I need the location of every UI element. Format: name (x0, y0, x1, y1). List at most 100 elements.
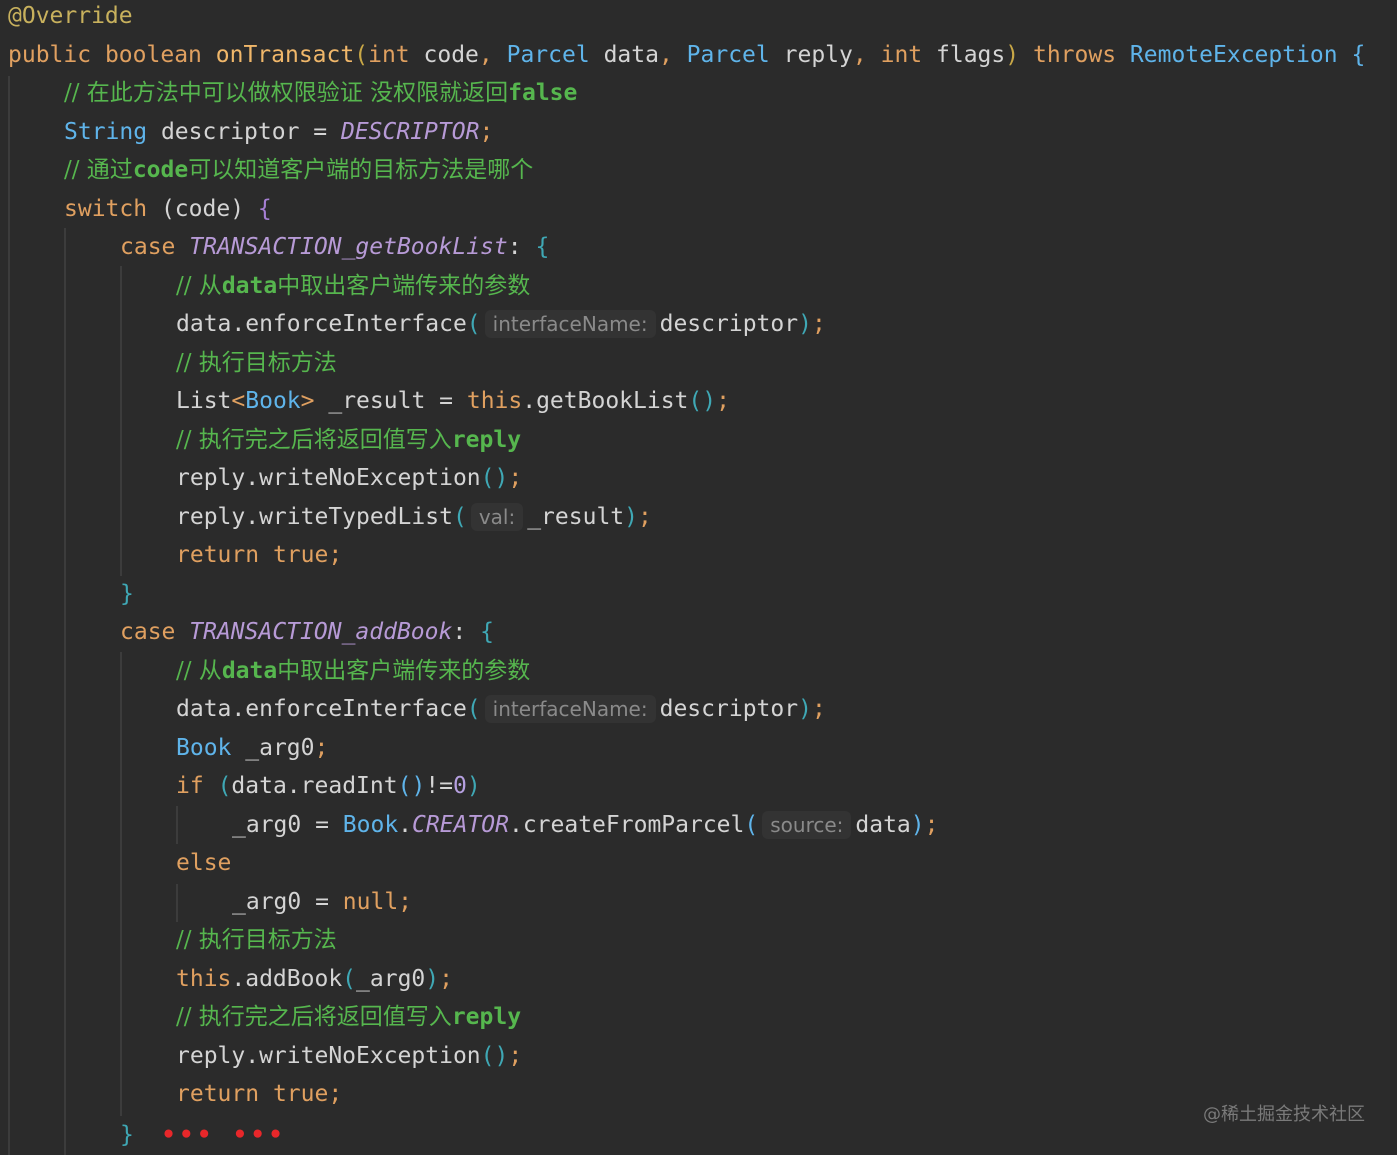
code-line[interactable]: switch (code) { (64, 190, 272, 228)
number: 0 (453, 773, 467, 799)
code-line[interactable]: // 从data中取出客户端传来的参数 (176, 267, 530, 305)
constant: TRANSACTION_addBook (189, 619, 453, 645)
code-line[interactable]: String descriptor = DESCRIPTOR; (64, 113, 493, 151)
semicolon: ; (328, 1081, 343, 1107)
keyword: case (120, 234, 176, 260)
comment: // 在此方法中可以做权限验证 没权限就返回 (64, 80, 509, 106)
param: reply (783, 42, 853, 68)
method-call: reply.writeNoException (176, 1043, 481, 1069)
code-line[interactable]: // 执行完之后将返回值写入reply (176, 998, 521, 1036)
paren: ) (624, 504, 638, 530)
code-line[interactable]: } (120, 575, 134, 613)
paren: ( (744, 812, 759, 838)
paren: ( (217, 773, 232, 799)
code-line[interactable]: _arg0 = Book.CREATOR.createFromParcel(so… (232, 806, 939, 844)
code-text: descriptor = (160, 119, 341, 145)
comment: data (221, 273, 278, 299)
keyword: true (272, 542, 329, 568)
code-line[interactable]: // 在此方法中可以做权限验证 没权限就返回false (64, 74, 577, 112)
semicolon: ; (924, 812, 939, 838)
brace: { (1351, 42, 1366, 68)
brace: { (257, 196, 272, 222)
method-call: data.enforceInterface (176, 696, 467, 722)
method-call: .addBook (231, 966, 343, 992)
paren: ( (342, 966, 357, 992)
keyword: true (272, 1081, 329, 1107)
code-line[interactable]: this.addBook(_arg0); (176, 960, 453, 998)
keyword: return (176, 542, 260, 568)
method-call: .getBookList (522, 388, 689, 414)
code-line[interactable]: public boolean onTransact(int code, Parc… (8, 36, 1365, 74)
code-line[interactable]: } ••• ••• (120, 1116, 287, 1154)
paren: ) (910, 812, 925, 838)
comment: // 执行完之后将返回值写入 (176, 1004, 452, 1030)
code-line[interactable]: case TRANSACTION_addBook: { (120, 613, 494, 651)
code-line[interactable]: return true; (176, 536, 342, 574)
code-line[interactable]: if (data.readInt()!=0) (176, 767, 481, 805)
keyword: boolean (104, 42, 202, 68)
code-line[interactable]: // 执行目标方法 (176, 344, 337, 382)
angle-bracket: < (231, 388, 246, 414)
code-line[interactable]: Book _arg0; (176, 729, 328, 767)
semicolon: ; (811, 696, 826, 722)
indent-guide (64, 228, 66, 1155)
semicolon: ; (508, 1043, 523, 1069)
method-call: reply.writeTypedList (176, 504, 453, 530)
paren: () (397, 773, 426, 799)
code-line[interactable]: reply.writeTypedList(val: _result); (176, 498, 652, 536)
param: code (423, 42, 479, 68)
type: Parcel (686, 42, 770, 68)
paren: () (480, 1043, 509, 1069)
code-line[interactable]: data.enforceInterface(interfaceName: desc… (176, 305, 826, 343)
constant: CREATOR (412, 812, 509, 838)
paren: ) (798, 696, 812, 722)
brace: { (535, 234, 550, 260)
brace: } (120, 581, 134, 607)
code-line[interactable]: List<Book> _result = this.getBookList(); (176, 382, 730, 420)
code-line[interactable]: // 从data中取出客户端传来的参数 (176, 652, 530, 690)
keyword: int (880, 42, 923, 68)
method-name: onTransact (215, 42, 355, 68)
code-line[interactable]: @Override (8, 0, 133, 35)
method-call: reply.writeNoException (176, 465, 481, 491)
code-editor[interactable]: @Override public boolean onTransact(int … (0, 0, 1397, 1155)
code-line[interactable]: return true; (176, 1075, 342, 1113)
keyword: switch (64, 196, 148, 222)
constant: DESCRIPTOR (340, 119, 480, 145)
operator: != (425, 773, 453, 799)
paren: ( (354, 42, 369, 68)
comment: // 从 (176, 273, 222, 299)
comment: // 从 (176, 658, 222, 684)
code-line[interactable]: _arg0 = null; (232, 883, 412, 921)
code-line[interactable]: reply.writeNoException(); (176, 1037, 522, 1075)
argument: _arg0 (356, 966, 426, 992)
comment: reply (451, 1004, 522, 1030)
code-line[interactable]: // 通过code可以知道客户端的目标方法是哪个 (64, 151, 533, 189)
type: Book (176, 735, 232, 761)
code-line[interactable]: else (176, 844, 231, 882)
semicolon: ; (811, 311, 826, 337)
paren: ) (1005, 42, 1020, 68)
param: flags (936, 42, 1006, 68)
semicolon: ; (508, 465, 523, 491)
code-line[interactable]: data.enforceInterface(interfaceName: desc… (176, 690, 826, 728)
code-line[interactable]: case TRANSACTION_getBookList: { (120, 228, 549, 266)
code-line[interactable]: // 执行完之后将返回值写入reply (176, 421, 521, 459)
parameter-hint: interfaceName: (484, 695, 656, 723)
argument: _result (527, 504, 625, 530)
code-line[interactable]: // 执行目标方法 (176, 921, 337, 959)
semicolon: ; (314, 735, 329, 761)
keyword: this (176, 966, 232, 992)
keyword: if (176, 773, 204, 799)
brace: } (120, 1122, 134, 1148)
paren: ( (466, 311, 481, 337)
paren: ( (466, 696, 481, 722)
type: Book (342, 812, 399, 838)
comment: false (508, 80, 578, 106)
paren: ( (452, 504, 467, 530)
code-text: (code) (160, 196, 245, 222)
brace: { (480, 619, 494, 645)
code-line[interactable]: reply.writeNoException(); (176, 459, 522, 497)
keyword: else (176, 850, 232, 876)
parameter-hint: val: (470, 503, 524, 531)
